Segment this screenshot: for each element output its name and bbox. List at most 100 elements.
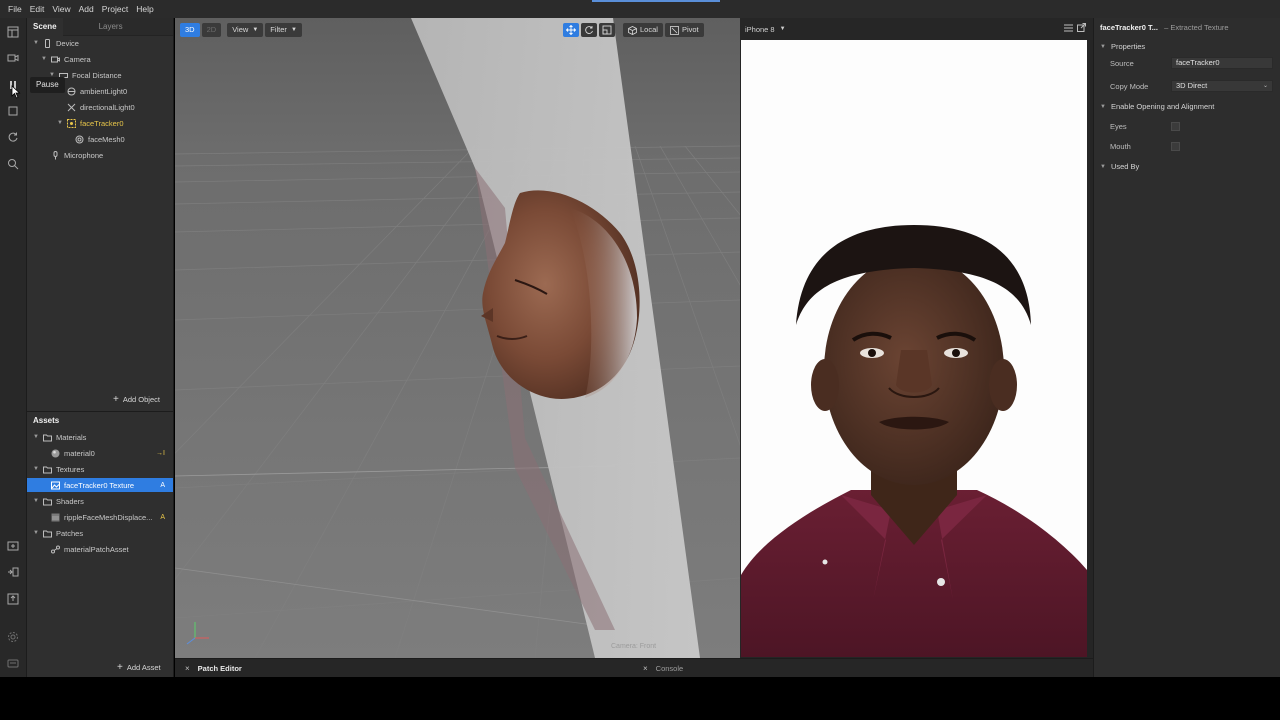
menu-add[interactable]: Add — [75, 4, 98, 14]
tree-item-microphone[interactable]: Microphone — [49, 148, 103, 162]
phone-icon — [41, 38, 53, 48]
assets-title: Assets — [33, 416, 60, 425]
properties-section[interactable]: ▼ Properties — [1100, 42, 1145, 51]
mouth-checkbox[interactable] — [1171, 142, 1180, 151]
directional-light-icon — [65, 102, 77, 112]
tree-item-ripple-shader[interactable]: rippleFaceMeshDisplace... A — [49, 510, 173, 524]
add-object-button[interactable]: + Add Object — [113, 394, 160, 405]
expand-arrow-icon[interactable]: ▼ — [1100, 44, 1106, 50]
enable-opening-section[interactable]: ▼ Enable Opening and Alignment — [1100, 102, 1214, 111]
tree-item-face-tracker[interactable]: ▼ faceTracker0 — [57, 116, 124, 130]
menu-view[interactable]: View — [48, 4, 74, 14]
desktop-background — [0, 677, 1280, 720]
import-icon[interactable] — [6, 539, 20, 553]
tree-item-directional-light[interactable]: directionalLight0 — [65, 100, 135, 114]
pivot-button[interactable]: Pivot — [664, 23, 704, 37]
tree-item-label: Microphone — [64, 150, 104, 160]
export-icon[interactable] — [6, 592, 20, 606]
person-preview-image — [741, 40, 1087, 657]
tree-item-facetracker-texture[interactable]: faceTracker0 Texture A — [27, 478, 173, 492]
tab-scene[interactable]: Scene — [27, 17, 63, 36]
expand-arrow-icon[interactable]: ▼ — [33, 530, 41, 536]
used-by-section[interactable]: ▼ Used By — [1100, 162, 1139, 171]
copy-mode-label: Copy Mode — [1110, 82, 1149, 91]
plus-icon: + — [117, 662, 123, 673]
tab-layers[interactable]: Layers — [93, 18, 129, 36]
tree-item-face-mesh[interactable]: faceMesh0 — [73, 132, 125, 146]
close-icon[interactable]: × — [643, 664, 648, 673]
cube-icon — [628, 25, 637, 35]
tree-item-label: Patches — [56, 528, 84, 538]
chevron-down-icon: ▼ — [779, 26, 786, 32]
layout-icon[interactable] — [6, 25, 20, 39]
add-asset-label: Add Asset — [126, 663, 161, 672]
tree-item-material-patch-asset[interactable]: materialPatchAsset — [49, 542, 173, 556]
copy-mode-select[interactable]: 3D Direct ⌄ — [1171, 80, 1273, 92]
mouse-cursor-icon — [11, 85, 21, 99]
menu-icon[interactable] — [1064, 24, 1073, 34]
tree-item-materials[interactable]: ▼ Materials — [33, 430, 173, 444]
local-space-button[interactable]: Local — [623, 23, 663, 37]
view-dropdown-label: View — [232, 25, 249, 34]
rotate-tool-button[interactable] — [581, 23, 597, 37]
mouth-label: Mouth — [1110, 142, 1131, 151]
feedback-icon[interactable] — [6, 657, 20, 671]
rotate-icon — [585, 26, 593, 34]
local-label: Local — [640, 25, 658, 34]
menu-bar: File Edit View Add Project Help — [0, 0, 1280, 18]
plus-icon: + — [113, 394, 119, 405]
patch-editor-label: Patch Editor — [197, 664, 242, 673]
expand-arrow-icon[interactable]: ▼ — [33, 498, 41, 504]
tree-item-ambient-light[interactable]: ambientLight0 — [65, 84, 127, 98]
expand-arrow-icon[interactable]: ▼ — [33, 466, 41, 472]
asset-badge: A — [160, 513, 165, 521]
filter-dropdown[interactable]: Filter ▼ — [265, 23, 302, 37]
video-icon[interactable] — [6, 51, 20, 65]
tree-item-shaders[interactable]: ▼ Shaders — [33, 494, 173, 508]
source-field[interactable]: faceTracker0 — [1171, 57, 1273, 69]
mirror-icon[interactable] — [6, 565, 20, 579]
tree-item-textures[interactable]: ▼ Textures — [33, 462, 173, 476]
tree-item-label: material0 — [64, 448, 95, 458]
add-asset-button[interactable]: + Add Asset — [117, 662, 161, 673]
expand-arrow-icon[interactable]: ▼ — [33, 434, 41, 440]
inspector-panel: faceTracker0 T... – Extracted Texture ▼ … — [1093, 18, 1280, 677]
menu-edit[interactable]: Edit — [26, 4, 49, 14]
refresh-icon[interactable] — [6, 130, 20, 144]
tree-item-patches[interactable]: ▼ Patches — [33, 526, 173, 540]
expand-arrow-icon[interactable]: ▼ — [1100, 164, 1106, 170]
settings-icon[interactable] — [6, 630, 20, 644]
expand-arrow-icon[interactable]: ▼ — [57, 120, 65, 126]
close-icon[interactable]: × — [185, 664, 190, 673]
tree-item-device[interactable]: ▼ Device — [33, 36, 79, 50]
expand-arrow-icon[interactable]: ▼ — [41, 56, 49, 62]
stop-icon[interactable] — [6, 104, 20, 118]
scale-tool-button[interactable] — [599, 23, 615, 37]
device-dropdown[interactable]: iPhone 8 ▼ — [745, 25, 786, 34]
eyes-checkbox[interactable] — [1171, 122, 1180, 131]
tree-item-camera[interactable]: ▼ Camera — [41, 52, 91, 66]
menu-project[interactable]: Project — [98, 4, 132, 14]
move-tool-button[interactable] — [563, 23, 579, 37]
mode-2d-button[interactable]: 2D — [201, 23, 222, 37]
inspector-title-row: faceTracker0 T... – Extracted Texture — [1100, 23, 1229, 32]
folder-icon — [41, 496, 53, 506]
move-icon — [566, 25, 576, 35]
popout-icon[interactable] — [1077, 23, 1086, 34]
console-tab[interactable]: × Console — [643, 659, 683, 678]
tree-item-material0[interactable]: material0 →I — [49, 446, 173, 460]
menu-file[interactable]: File — [4, 4, 26, 14]
expand-arrow-icon[interactable]: ▼ — [33, 40, 41, 46]
expand-arrow-icon[interactable]: ▼ — [1100, 104, 1106, 110]
patch-editor-tab[interactable]: × Patch Editor — [185, 659, 242, 678]
mode-3d-button[interactable]: 3D — [180, 23, 200, 37]
folder-icon — [41, 432, 53, 442]
tree-item-label: materialPatchAsset — [64, 544, 129, 554]
scale-icon — [602, 25, 612, 35]
menu-help[interactable]: Help — [132, 4, 157, 14]
console-label: Console — [655, 664, 684, 673]
search-icon[interactable] — [6, 157, 20, 171]
eyes-label: Eyes — [1110, 122, 1127, 131]
scene-viewport[interactable]: 3D 2D View ▼ Filter ▼ Local Pivot Camera… — [175, 18, 740, 658]
view-dropdown[interactable]: View ▼ — [227, 23, 264, 37]
